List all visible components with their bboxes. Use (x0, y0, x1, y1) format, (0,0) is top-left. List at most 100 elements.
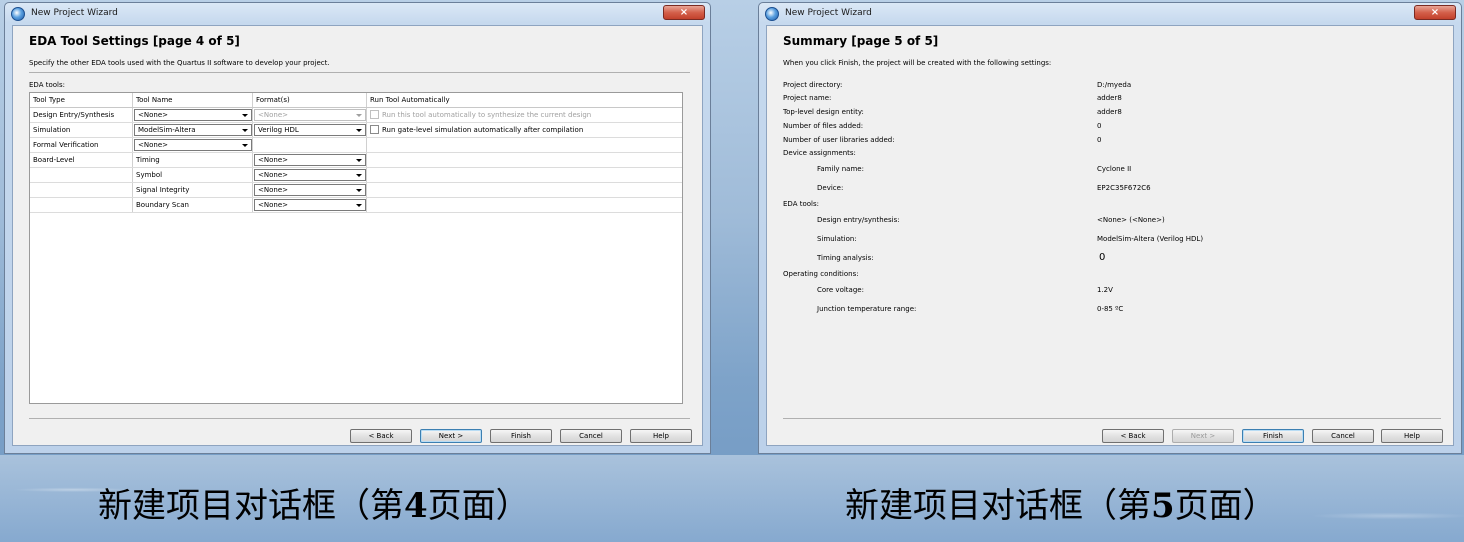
eda-tools-label: EDA tools: (29, 81, 65, 89)
next-button[interactable]: Next > (420, 429, 482, 443)
caption-number: 4 (404, 486, 428, 526)
run-automatically-checkbox[interactable] (370, 110, 379, 119)
eda-tools-table: Tool Type Tool Name Format(s) Run Tool A… (29, 92, 683, 404)
tool-name-cell: Signal Integrity (136, 186, 190, 194)
summary-label: EDA tools: (783, 200, 819, 208)
summary-label: Simulation: (817, 235, 857, 243)
new-project-wizard-window-page4: New Project Wizard × EDA Tool Settings [… (4, 2, 711, 454)
column-divider (132, 93, 133, 213)
summary-value: <None> (<None>) (1097, 216, 1165, 224)
chevron-down-icon (356, 189, 362, 192)
title-bar[interactable]: New Project Wizard × (759, 3, 1461, 25)
caption-number: 5 (1151, 486, 1175, 526)
summary-value: adder8 (1097, 94, 1122, 102)
tool-type-cell: Formal Verification (33, 141, 99, 149)
chevron-down-icon (242, 144, 248, 147)
quartus-app-icon (11, 7, 25, 21)
format-dropdown[interactable]: Verilog HDL (254, 124, 366, 136)
format-dropdown[interactable]: <None> (254, 199, 366, 211)
caption-text: 新建项目对话框（第 (98, 486, 404, 526)
chevron-down-icon (356, 129, 362, 132)
header-formats: Format(s) (256, 96, 290, 104)
row-separator (30, 137, 682, 138)
button-divider (783, 418, 1441, 419)
summary-value: 0 (1099, 252, 1106, 263)
format-dropdown[interactable]: <None> (254, 169, 366, 181)
format-dropdown[interactable]: <None> (254, 184, 366, 196)
summary-label: Project name: (783, 94, 832, 102)
row-separator (30, 152, 682, 153)
chevron-down-icon (356, 114, 362, 117)
row-separator (30, 167, 682, 168)
row-separator (30, 122, 682, 123)
tool-type-cell: Design Entry/Synthesis (33, 111, 115, 119)
help-button[interactable]: Help (1381, 429, 1443, 443)
close-button[interactable]: × (1414, 5, 1456, 20)
back-button[interactable]: < Back (350, 429, 412, 443)
divider (29, 72, 690, 73)
summary-label: Core voltage: (817, 286, 864, 294)
summary-label: Number of user libraries added: (783, 136, 895, 144)
summary-label: Family name: (817, 165, 864, 173)
summary-label: Project directory: (783, 81, 843, 89)
caption-text: 页面） (427, 486, 530, 526)
caption-page4: 新建项目对话框（第4页面） (98, 478, 530, 527)
new-project-wizard-window-page5: New Project Wizard × Summary [page 5 of … (758, 2, 1462, 454)
window-title: New Project Wizard (31, 8, 118, 18)
next-button[interactable]: Next > (1172, 429, 1234, 443)
page-title: EDA Tool Settings [page 4 of 5] (29, 34, 240, 48)
tool-name-dropdown[interactable]: <None> (134, 139, 252, 151)
caption-text: 新建项目对话框（第 (845, 486, 1151, 526)
summary-value: 0 (1097, 136, 1102, 144)
summary-label: Device: (817, 184, 844, 192)
header-tool-type: Tool Type (33, 96, 65, 104)
summary-label: Junction temperature range: (817, 305, 917, 313)
run-automatically-label: Run this tool automatically to synthesiz… (382, 111, 592, 119)
row-separator (30, 212, 682, 213)
tool-name-cell: Timing (136, 156, 160, 164)
finish-button[interactable]: Finish (1242, 429, 1304, 443)
row-separator (30, 182, 682, 183)
summary-value: adder8 (1097, 108, 1122, 116)
help-button[interactable]: Help (630, 429, 692, 443)
chevron-down-icon (356, 204, 362, 207)
header-run-automatically: Run Tool Automatically (370, 96, 450, 104)
title-bar[interactable]: New Project Wizard × (5, 3, 710, 25)
cancel-button[interactable]: Cancel (560, 429, 622, 443)
tool-name-dropdown[interactable]: <None> (134, 109, 252, 121)
summary-value: 1.2V (1097, 286, 1113, 294)
summary-label: Timing analysis: (817, 254, 874, 262)
header-separator (30, 107, 682, 108)
run-automatically-checkbox[interactable] (370, 125, 379, 134)
summary-value: 0 (1097, 122, 1102, 130)
back-button[interactable]: < Back (1102, 429, 1164, 443)
summary-label: Operating conditions: (783, 270, 859, 278)
row-separator (30, 197, 682, 198)
column-divider (252, 93, 253, 213)
page-description: Specify the other EDA tools used with th… (29, 59, 330, 67)
format-dropdown[interactable]: <None> (254, 109, 366, 121)
quartus-app-icon (765, 7, 779, 21)
run-automatically-label: Run gate-level simulation automatically … (382, 126, 584, 134)
close-button[interactable]: × (663, 5, 705, 20)
header-tool-name: Tool Name (136, 96, 173, 104)
tool-type-cell: Board-Level (33, 156, 75, 164)
column-divider (366, 93, 367, 213)
format-dropdown[interactable]: <None> (254, 154, 366, 166)
caption-page5: 新建项目对话框（第5页面） (845, 478, 1277, 527)
summary-value: ModelSim-Altera (Verilog HDL) (1097, 235, 1204, 243)
dialog-content: EDA Tool Settings [page 4 of 5] Specify … (12, 25, 703, 446)
chevron-down-icon (356, 159, 362, 162)
button-divider (29, 418, 690, 419)
cancel-button[interactable]: Cancel (1312, 429, 1374, 443)
tool-name-dropdown[interactable]: ModelSim-Altera (134, 124, 252, 136)
tool-type-cell: Simulation (33, 126, 71, 134)
summary-value: Cyclone II (1097, 165, 1132, 173)
finish-button[interactable]: Finish (490, 429, 552, 443)
summary-value: EP2C35F672C6 (1097, 184, 1151, 192)
page-description: When you click Finish, the project will … (783, 59, 1052, 67)
summary-label: Top-level design entity: (783, 108, 864, 116)
page-title: Summary [page 5 of 5] (783, 34, 939, 48)
tool-name-cell: Boundary Scan (136, 201, 189, 209)
summary-label: Device assignments: (783, 149, 856, 157)
